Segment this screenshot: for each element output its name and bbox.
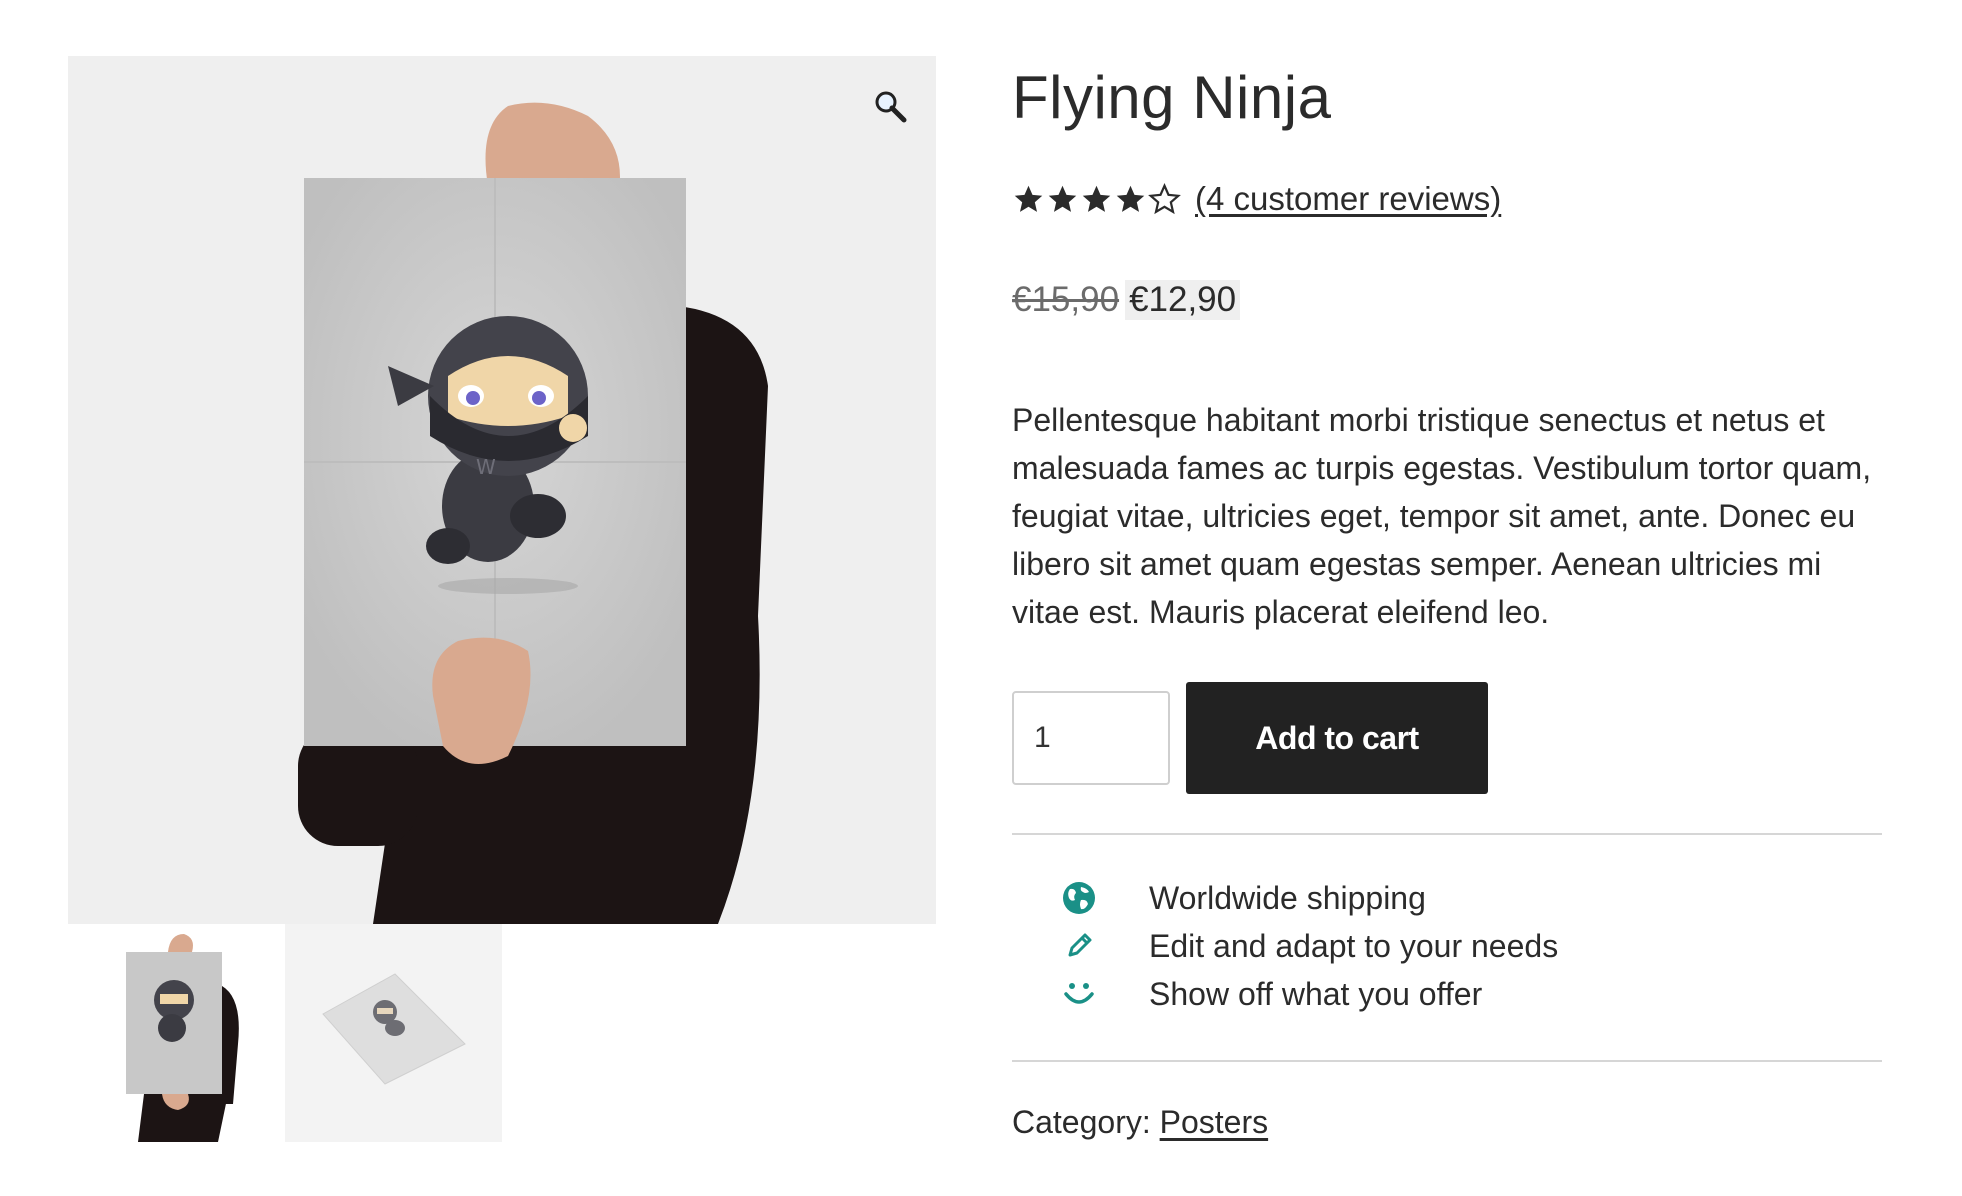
- product-rating: (4 customer reviews): [1012, 180, 1501, 218]
- feature-label: Worldwide shipping: [1149, 879, 1426, 916]
- poster-photo: W: [298, 102, 768, 924]
- star-filled-icon: [1048, 185, 1077, 212]
- divider: [1012, 1060, 1882, 1062]
- globe-icon: [1063, 882, 1095, 914]
- customer-reviews-link[interactable]: (4 customer reviews): [1195, 180, 1501, 218]
- star-filled-icon: [1116, 185, 1145, 212]
- ninja-poster-held-thumbnail: [68, 924, 285, 1142]
- star-filled-icon: [1082, 185, 1111, 212]
- feature-list: Worldwide shipping Edit and adapt to you…: [1012, 874, 1882, 1018]
- zoom-button[interactable]: [870, 86, 910, 126]
- sale-price: €12,90: [1125, 280, 1241, 320]
- product-title: Flying Ninja: [1012, 64, 1332, 131]
- magnifier-icon: [875, 91, 907, 123]
- product-main-image[interactable]: W: [68, 56, 936, 924]
- regular-price: €15,90: [1012, 280, 1120, 319]
- star-empty-icon: [1148, 182, 1181, 214]
- category-link-posters[interactable]: Posters: [1160, 1104, 1268, 1140]
- product-short-description: Pellentesque habitant morbi tristique se…: [1012, 402, 1872, 630]
- feature-item-showcase: Show off what you offer: [1012, 970, 1882, 1018]
- divider: [1012, 833, 1882, 835]
- feature-label: Show off what you offer: [1149, 975, 1483, 1012]
- svg-text:W: W: [476, 455, 496, 479]
- product-price: €15,90 €12,90: [1012, 280, 1241, 320]
- gallery-thumbnail-1[interactable]: [68, 924, 285, 1142]
- product-summary: Flying Ninja (4 customer reviews) €15,90…: [1012, 56, 1882, 1140]
- category-label: Category:: [1012, 1104, 1151, 1140]
- add-to-cart-form: Add to cart: [1012, 682, 1488, 794]
- add-to-cart-button[interactable]: Add to cart: [1186, 682, 1488, 794]
- ninja-poster-flat-thumbnail: [285, 924, 502, 1142]
- product-meta: Category: Posters: [1012, 1104, 1268, 1141]
- feature-item-edit: Edit and adapt to your needs: [1012, 922, 1882, 970]
- quantity-input[interactable]: [1012, 691, 1170, 785]
- feature-label: Edit and adapt to your needs: [1149, 927, 1559, 964]
- gallery-thumbnails: [68, 924, 936, 1142]
- feature-item-shipping: Worldwide shipping: [1012, 874, 1882, 922]
- smile-icon: [1064, 983, 1094, 1004]
- pencil-icon: [1068, 933, 1092, 957]
- gallery-thumbnail-2[interactable]: [285, 924, 502, 1142]
- star-rating: [1012, 182, 1181, 216]
- star-filled-icon: [1014, 185, 1043, 212]
